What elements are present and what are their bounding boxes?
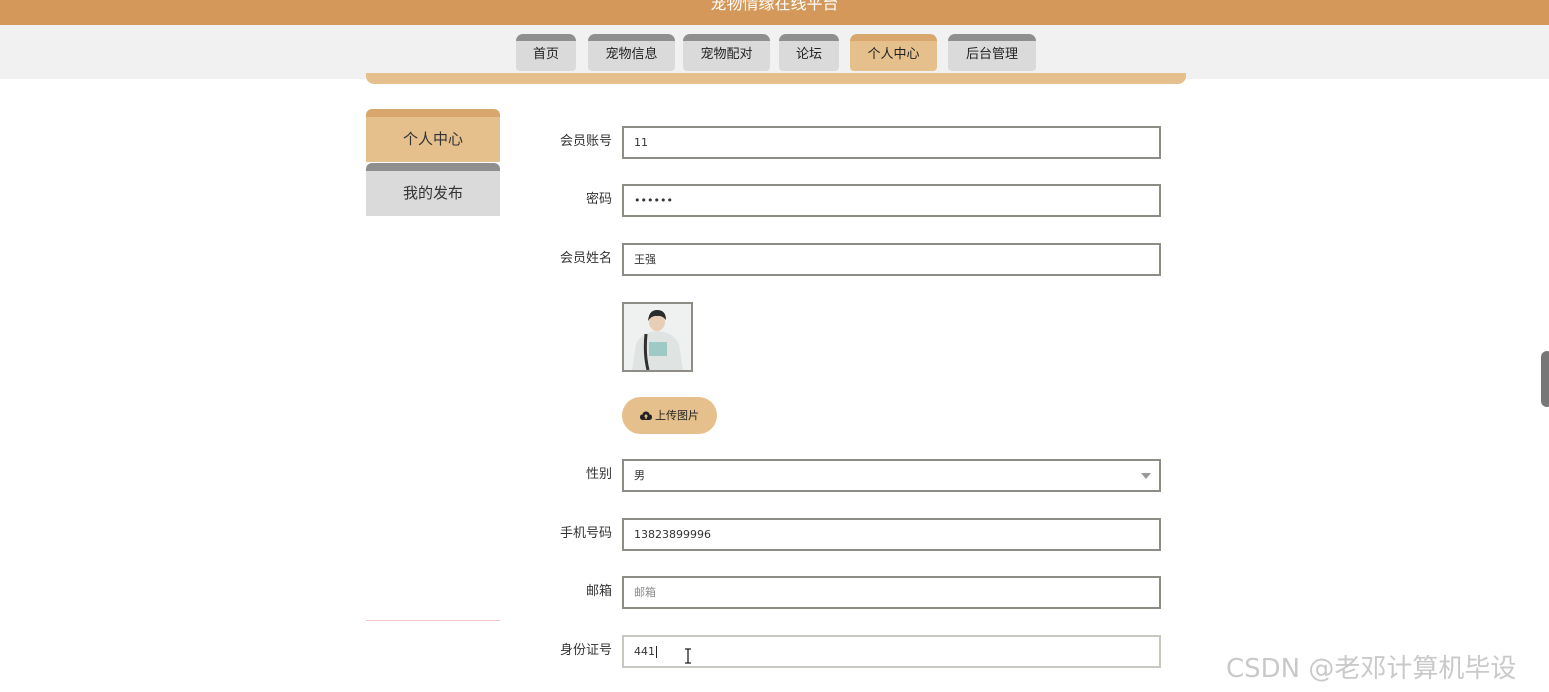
nav-pet-info[interactable]: 宠物信息 [588,34,675,71]
gender-select[interactable]: 男 [622,459,1161,492]
avatar-photo-icon [624,304,691,370]
name-label: 会员姓名 [559,251,612,266]
text-caret [656,646,657,658]
nav-home[interactable]: 首页 [516,34,576,71]
nav-personal-center[interactable]: 个人中心 [850,34,937,71]
avatar-image [622,302,693,372]
gender-label: 性别 [585,467,612,482]
phone-label: 手机号码 [559,526,612,541]
text-cursor-icon [685,648,691,664]
watermark: CSDN @老邓计算机毕设 [1226,654,1517,684]
email-placeholder: 邮箱 [634,586,656,599]
id-card-value: 441 [634,645,655,658]
sidebar-item-my-posts[interactable]: 我的发布 [366,163,500,216]
nav-admin[interactable]: 后台管理 [948,34,1036,71]
content-accent-bar [366,73,1186,84]
phone-value: 13823899996 [634,528,711,541]
password-label: 密码 [585,192,612,207]
upload-image-button[interactable]: 上传图片 [622,397,717,434]
upload-label: 上传图片 [655,409,699,422]
name-value: 王强 [634,253,656,266]
page-scroll-handle[interactable] [1541,351,1549,407]
account-label: 会员账号 [559,134,612,149]
phone-input[interactable]: 13823899996 [622,518,1161,551]
account-input[interactable]: 11 [622,126,1161,159]
cloud-upload-icon [640,411,652,420]
main-nav: 首页 宠物信息 宠物配对 论坛 个人中心 后台管理 [0,25,1549,79]
account-value: 11 [634,136,648,149]
sidebar-item-personal-center[interactable]: 个人中心 [366,109,500,162]
page: 宠物情缘在线平台 首页 宠物信息 宠物配对 论坛 个人中心 后台管理 个人中心 … [0,0,1549,692]
id-card-input[interactable]: 441 [622,635,1161,668]
nav-forum[interactable]: 论坛 [779,34,839,71]
sidebar-divider [366,620,500,621]
name-input[interactable]: 王强 [622,243,1161,276]
id-card-label: 身份证号 [559,643,612,658]
email-label: 邮箱 [585,584,612,599]
email-input[interactable]: 邮箱 [622,576,1161,609]
nav-pet-matching[interactable]: 宠物配对 [683,34,770,71]
password-value: •••••• [634,194,673,207]
gender-value: 男 [634,469,645,482]
chevron-down-icon [1141,473,1151,479]
site-header: 宠物情缘在线平台 [0,0,1549,25]
site-title: 宠物情缘在线平台 [710,0,839,13]
password-input[interactable]: •••••• [622,184,1161,217]
